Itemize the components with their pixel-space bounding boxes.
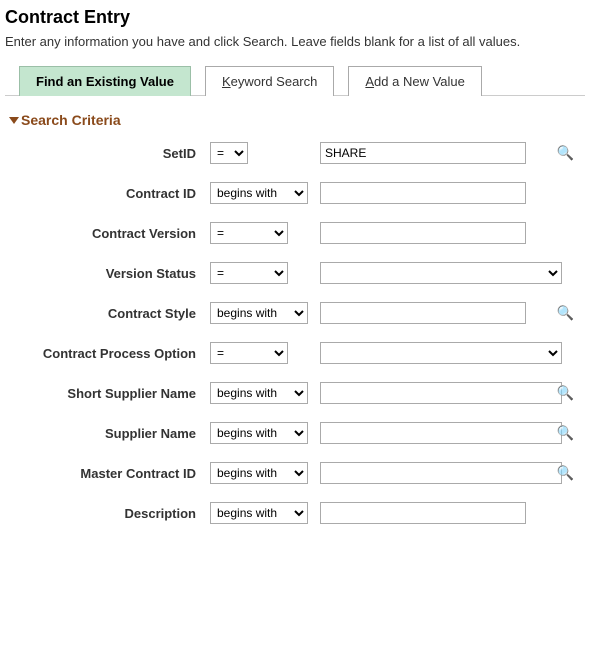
op-contract-process-option[interactable]: = <box>210 342 288 364</box>
tab-find-existing[interactable]: Find an Existing Value <box>19 66 191 96</box>
input-description[interactable] <box>320 502 526 524</box>
lookup-contract-style-icon[interactable]: 🔍 <box>557 305 574 322</box>
input-contract-id[interactable] <box>320 182 526 204</box>
label-setid: SetID <box>5 146 200 161</box>
lookup-short-supplier-icon[interactable]: 🔍 <box>557 385 574 402</box>
op-master-contract-id[interactable]: begins with <box>210 462 308 484</box>
search-criteria-label: Search Criteria <box>21 112 121 128</box>
tab-bar: Find an Existing Value Keyword Search Ad… <box>5 65 585 96</box>
op-contract-id[interactable]: begins with <box>210 182 308 204</box>
select-contract-process-option[interactable] <box>320 342 562 364</box>
tab-add-rest: dd a New Value <box>374 74 465 89</box>
select-version-status[interactable] <box>320 262 562 284</box>
label-contract-style: Contract Style <box>5 306 200 321</box>
op-short-supplier-name[interactable]: begins with <box>210 382 308 404</box>
label-contract-id: Contract ID <box>5 186 200 201</box>
input-supplier-name[interactable] <box>320 422 562 444</box>
tab-keyword-rest: eyword Search <box>231 74 318 89</box>
tab-add-accel: A <box>365 74 374 89</box>
label-contract-process-option: Contract Process Option <box>5 346 200 361</box>
label-version-status: Version Status <box>5 266 200 281</box>
criteria-grid: SetID = 🔍 Contract ID begins with Contra… <box>5 142 585 524</box>
op-contract-style[interactable]: begins with <box>210 302 308 324</box>
input-contract-style[interactable] <box>320 302 526 324</box>
label-short-supplier-name: Short Supplier Name <box>5 386 200 401</box>
label-description: Description <box>5 506 200 521</box>
op-supplier-name[interactable]: begins with <box>210 422 308 444</box>
lookup-master-contract-icon[interactable]: 🔍 <box>557 465 574 482</box>
op-setid[interactable]: = <box>210 142 248 164</box>
input-contract-version[interactable] <box>320 222 526 244</box>
input-setid[interactable] <box>320 142 526 164</box>
tab-keyword-search[interactable]: Keyword Search <box>205 66 334 96</box>
chevron-down-icon <box>9 117 19 124</box>
op-description[interactable]: begins with <box>210 502 308 524</box>
op-version-status[interactable]: = <box>210 262 288 284</box>
search-criteria-toggle[interactable]: Search Criteria <box>9 112 585 128</box>
label-contract-version: Contract Version <box>5 226 200 241</box>
tab-keyword-accel: K <box>222 74 231 89</box>
lookup-setid-icon[interactable]: 🔍 <box>557 145 574 162</box>
lookup-supplier-icon[interactable]: 🔍 <box>557 425 574 442</box>
page-title: Contract Entry <box>5 7 585 28</box>
input-short-supplier-name[interactable] <box>320 382 562 404</box>
label-supplier-name: Supplier Name <box>5 426 200 441</box>
tab-add-new[interactable]: Add a New Value <box>348 66 482 96</box>
input-master-contract-id[interactable] <box>320 462 562 484</box>
page-subtitle: Enter any information you have and click… <box>5 34 585 49</box>
label-master-contract-id: Master Contract ID <box>5 466 200 481</box>
op-contract-version[interactable]: = <box>210 222 288 244</box>
